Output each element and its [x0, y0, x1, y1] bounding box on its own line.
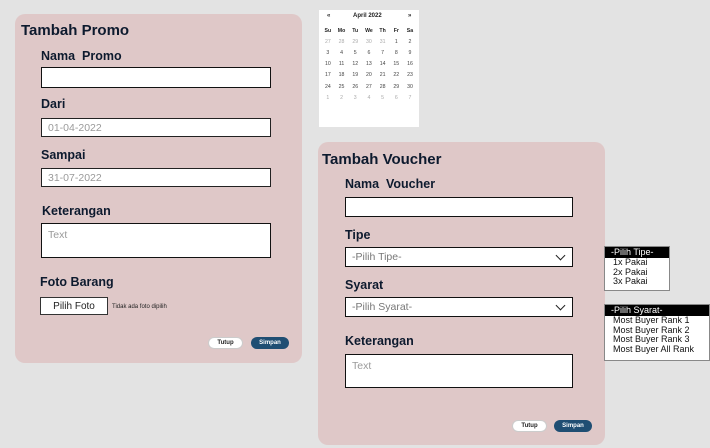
calendar-day[interactable]: 4	[335, 50, 349, 56]
date-picker-calendar: « April 2022 » Su Mo Tu We Th Fr Sa 27 28 29 30 31 1…	[319, 10, 419, 127]
syarat-label: Syarat	[345, 278, 384, 292]
calendar-day[interactable]: 27	[321, 39, 335, 45]
calendar-grid: Su Mo Tu We Th Fr Sa 27 28 29 30 31 1 2 3 4 5 6 7 8 9 10 11 12 1…	[321, 25, 417, 103]
calendar-weekday: Th	[379, 27, 386, 34]
calendar-day[interactable]: 30	[403, 84, 417, 90]
calendar-day[interactable]: 5	[376, 95, 390, 101]
calendar-day[interactable]: 31	[376, 39, 390, 45]
calendar-weekday: We	[365, 27, 373, 34]
keterangan-voucher-textarea[interactable]: Text	[345, 354, 573, 388]
calendar-day[interactable]: 7	[376, 50, 390, 56]
calendar-day[interactable]: 22	[389, 72, 403, 78]
calendar-day[interactable]: 20	[362, 72, 376, 78]
tipe-select[interactable]: -Pilih Tipe-	[345, 247, 573, 267]
calendar-day[interactable]: 30	[362, 39, 376, 45]
calendar-day[interactable]: 10	[321, 61, 335, 67]
calendar-day[interactable]: 4	[362, 95, 376, 101]
calendar-day[interactable]: 29	[389, 84, 403, 90]
foto-barang-label: Foto Barang	[40, 275, 114, 289]
calendar-day[interactable]: 2	[403, 39, 417, 45]
keterangan-promo-label: Keterangan	[42, 204, 111, 218]
calendar-day[interactable]: 23	[403, 72, 417, 78]
calendar-row: 24 25 26 27 28 29 30	[321, 81, 417, 92]
keterangan-promo-textarea[interactable]: Text	[41, 223, 271, 258]
promo-title: Tambah Promo	[21, 22, 130, 39]
nama-promo-label: Nama Promo	[41, 49, 122, 63]
nama-promo-input[interactable]	[41, 67, 271, 88]
calendar-weekday: Fr	[393, 27, 399, 34]
calendar-day[interactable]: 1	[321, 95, 335, 101]
calendar-day[interactable]: 2	[335, 95, 349, 101]
calendar-row: 3456789	[321, 47, 417, 58]
calendar-weekday: Sa	[406, 27, 414, 34]
calendar-day[interactable]: 25	[335, 84, 349, 90]
chevron-down-icon	[555, 250, 566, 260]
calendar-weekday: Su	[324, 27, 332, 34]
promo-tutup-button[interactable]: Tutup	[208, 337, 243, 349]
calendar-weekday: Mo	[337, 27, 346, 34]
calendar-day[interactable]: 11	[335, 61, 349, 67]
calendar-day[interactable]: 18	[335, 72, 349, 78]
calendar-day[interactable]: 1	[389, 39, 403, 45]
calendar-day[interactable]: 15	[389, 61, 403, 67]
keterangan-voucher-label: Keterangan	[345, 334, 414, 348]
tipe-options-popup: -Pilih Tipe- 1x Pakai 2x Pakai 3x Pakai	[604, 246, 670, 291]
calendar-next-button[interactable]: »	[408, 13, 411, 19]
calendar-row: 17 18 19 20 21 22 23	[321, 70, 417, 81]
calendar-row: Su Mo Tu We Th Fr Sa	[321, 25, 417, 36]
calendar-day[interactable]: 5	[348, 50, 362, 56]
syarat-option[interactable]: Most Buyer All Rank	[605, 344, 709, 355]
calendar-day[interactable]: 16	[403, 61, 417, 67]
tipe-select-value: -Pilih Tipe-	[352, 251, 402, 263]
calendar-row: 10 11 12 13 14 15 16	[321, 59, 417, 70]
dari-label: Dari	[41, 97, 66, 111]
calendar-day[interactable]: 21	[376, 72, 390, 78]
calendar-day[interactable]: 24	[321, 84, 335, 90]
calendar-day[interactable]: 9	[403, 50, 417, 56]
chevron-down-icon	[555, 300, 566, 310]
calendar-weekday: Tu	[352, 27, 359, 34]
voucher-title: Tambah Voucher	[322, 151, 442, 168]
calendar-day[interactable]: 6	[362, 50, 376, 56]
calendar-row: 27 28 29 30 31 1 2	[321, 36, 417, 47]
promo-simpan-button[interactable]: Simpan	[251, 337, 289, 349]
calendar-month-title: April 2022	[353, 13, 382, 19]
calendar-day[interactable]: 3	[348, 95, 362, 101]
calendar-day[interactable]: 28	[376, 84, 390, 90]
pilih-foto-button[interactable]: Pilih Foto	[40, 297, 108, 315]
calendar-day[interactable]: 19	[348, 72, 362, 78]
dari-date-input[interactable]: 01-04-2022	[41, 118, 271, 137]
syarat-select-value: -Pilih Syarat-	[352, 301, 413, 313]
calendar-day[interactable]: 6	[389, 95, 403, 101]
voucher-simpan-button[interactable]: Simpan	[554, 420, 592, 432]
calendar-day[interactable]: 26	[348, 84, 362, 90]
file-status-text: Tidak ada foto dipilih	[112, 304, 167, 310]
nama-voucher-input[interactable]	[345, 197, 573, 217]
sampai-label: Sampai	[41, 148, 86, 162]
calendar-day[interactable]: 12	[348, 61, 362, 67]
syarat-select[interactable]: -Pilih Syarat-	[345, 297, 573, 317]
tipe-option[interactable]: 3x Pakai	[605, 276, 669, 287]
voucher-tutup-button[interactable]: Tutup	[512, 420, 547, 432]
calendar-day[interactable]: 17	[321, 72, 335, 78]
voucher-card: Tambah Voucher Nama Voucher Tipe -Pilih …	[318, 142, 605, 445]
syarat-options-popup: -Pilih Syarat- Most Buyer Rank 1 Most Buye…	[604, 304, 710, 361]
calendar-day[interactable]: 7	[403, 95, 417, 101]
calendar-row: 1234567	[321, 92, 417, 103]
calendar-day[interactable]: 29	[348, 39, 362, 45]
calendar-day[interactable]: 14	[376, 61, 390, 67]
calendar-prev-button[interactable]: «	[327, 13, 330, 19]
tipe-label: Tipe	[345, 228, 371, 242]
sampai-date-input[interactable]: 31-07-2022	[41, 168, 271, 187]
calendar-day[interactable]: 3	[321, 50, 335, 56]
promo-card: Tambah Promo Nama Promo Dari 01-04-2022 …	[15, 14, 302, 363]
calendar-day[interactable]: 8	[389, 50, 403, 56]
nama-voucher-label: Nama Voucher	[345, 177, 436, 191]
calendar-day[interactable]: 27	[362, 84, 376, 90]
calendar-day[interactable]: 28	[335, 39, 349, 45]
calendar-day[interactable]: 13	[362, 61, 376, 67]
